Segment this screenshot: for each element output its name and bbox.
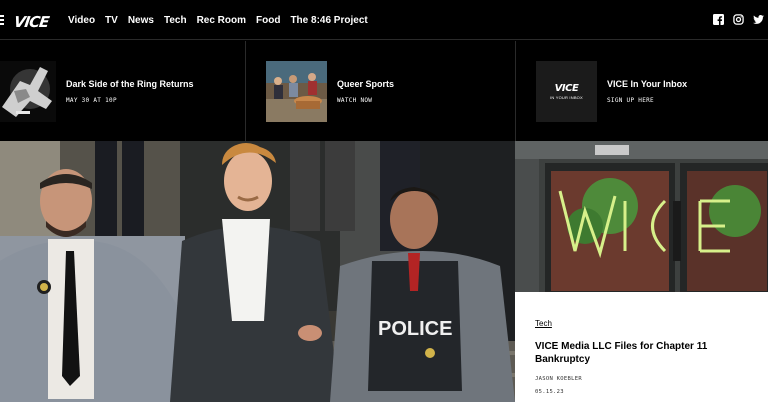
newsletter-logo: VICE [554,82,579,94]
police-vest-text: POLICE [378,318,452,340]
promo-title: Dark Side of the Ring Returns [66,78,194,89]
top-nav: VICE Video TV News Tech Rec Room Food Th… [0,0,768,40]
article-author: JASON KOEBLER [535,376,582,382]
feature-card: Tech VICE Media LLC Files for Chapter 11… [515,292,768,402]
feature-image[interactable] [515,141,768,292]
newsletter-thumbnail: VICE IN YOUR INBOX [536,60,597,122]
article-headline[interactable]: VICE Media LLC Files for Chapter 11 Bank… [535,340,735,366]
promo-thumbnail [266,60,327,122]
promo-row: Dark Side of the Ring Returns MAY 30 AT … [0,41,768,141]
promo-queer-sports[interactable]: Queer Sports WATCH NOW [245,41,515,141]
newsletter-logo-sub: IN YOUR INBOX [550,94,583,100]
article-date: 05.15.23 [535,389,564,395]
facebook-icon[interactable] [713,14,724,25]
article-category-link[interactable]: Tech [535,319,552,328]
promo-subtitle: MAY 30 AT 10P [66,96,117,104]
promo-vice-in-your-inbox[interactable]: VICE IN YOUR INBOX VICE In Your Inbox SI… [515,41,768,141]
promo-subtitle: WATCH NOW [337,96,373,104]
twitter-icon[interactable] [753,14,764,25]
nav-link-video[interactable]: Video [68,15,95,26]
promo-title: VICE In Your Inbox [607,78,688,89]
promo-dark-side-of-the-ring[interactable]: Dark Side of the Ring Returns MAY 30 AT … [0,41,245,141]
nav-link-tech[interactable]: Tech [164,15,187,26]
instagram-icon[interactable] [733,14,744,25]
promo-subtitle: SIGN UP HERE [607,96,654,104]
nav-links: Video TV News Tech Rec Room Food The 8:4… [68,0,378,40]
nav-link-rec-room[interactable]: Rec Room [197,15,246,26]
promo-title: Queer Sports [337,78,395,89]
vice-logo[interactable]: VICE [13,13,50,31]
promo-thumbnail [0,60,56,122]
nav-link-news[interactable]: News [128,15,154,26]
hero-image[interactable]: POLICE [0,141,515,402]
nav-link-food[interactable]: Food [256,15,280,26]
nav-link-846-project[interactable]: The 8:46 Project [290,15,367,26]
social-links [713,14,764,25]
menu-icon[interactable] [0,15,4,25]
nav-link-tv[interactable]: TV [105,15,118,26]
